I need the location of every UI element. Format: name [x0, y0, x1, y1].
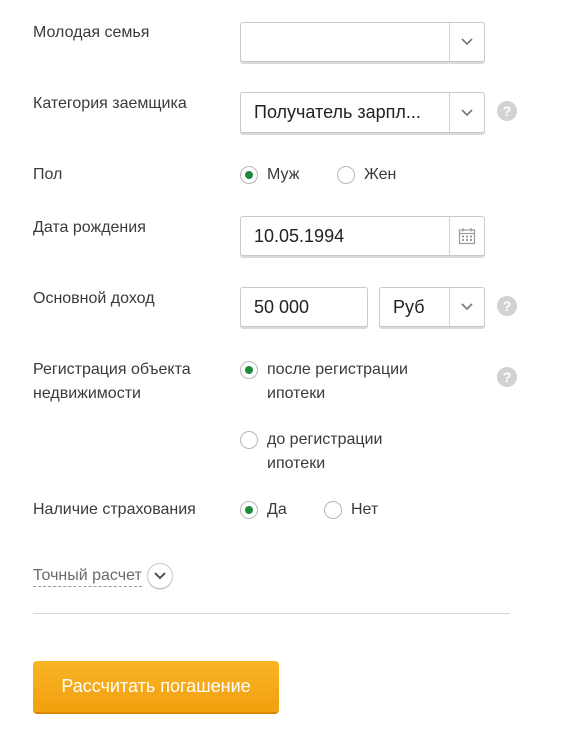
gender-radio-female[interactable]: Жен [337, 163, 396, 187]
income-label: Основной доход [33, 290, 155, 307]
registration-radio-before[interactable]: до регистрации ипотеки [240, 428, 382, 476]
chevron-down-icon [154, 572, 166, 580]
young-family-dropdown-button[interactable] [449, 23, 484, 61]
borrower-category-dropdown-button[interactable] [449, 93, 484, 132]
gender-male-label: Муж [267, 166, 300, 183]
chevron-down-icon [461, 38, 473, 46]
registration-after-label: после регистрации ипотеки [267, 358, 408, 406]
gender-radio-male[interactable]: Муж [240, 163, 299, 187]
registration-after-line2: ипотеки [267, 385, 326, 402]
registration-before-line2: ипотеки [267, 455, 326, 472]
young-family-label: Молодая семья [33, 24, 150, 41]
insurance-no-label: Нет [351, 501, 379, 518]
borrower-category-label: Категория заемщика [33, 95, 187, 112]
currency-select[interactable]: Руб [379, 287, 485, 327]
calendar-icon [458, 228, 476, 245]
gender-female-label: Жен [364, 166, 397, 183]
insurance-label: Наличие страхования [33, 501, 196, 518]
registration-help-icon[interactable]: ? [497, 367, 517, 387]
calendar-button[interactable] [449, 217, 484, 255]
radio-unchecked-icon [324, 501, 342, 519]
registration-before-line1: до регистрации [267, 431, 383, 448]
registration-radio-after[interactable]: после регистрации ипотеки [240, 358, 408, 406]
income-help-icon[interactable]: ? [497, 296, 517, 316]
insurance-radio-no[interactable]: Нет [324, 498, 378, 522]
birth-date-label: Дата рождения [33, 219, 146, 236]
currency-dropdown-button[interactable] [449, 288, 484, 326]
birth-date-input[interactable]: 10.05.1994 [240, 216, 485, 256]
registration-after-line1: после регистрации [267, 361, 408, 378]
gender-label: Пол [33, 166, 63, 183]
borrower-category-select[interactable]: Получатель зарпл... [240, 92, 485, 133]
calculator-form: Молодая семья Категория заемщика Получат… [0, 0, 566, 741]
property-registration-label-line1: Регистрация объекта [33, 361, 191, 378]
calculate-repayment-button[interactable]: Рассчитать погашение [33, 661, 279, 712]
radio-checked-icon [240, 361, 258, 379]
income-input[interactable]: 50 000 [240, 287, 368, 327]
borrower-category-value: Получатель зарпл... [254, 102, 421, 122]
radio-checked-icon [240, 501, 258, 519]
chevron-down-icon [461, 303, 473, 311]
radio-unchecked-icon [240, 431, 258, 449]
income-value: 50 000 [254, 296, 310, 317]
expand-button[interactable] [146, 563, 173, 589]
insurance-radio-yes[interactable]: Да [240, 498, 287, 522]
chevron-down-icon [461, 108, 473, 116]
divider [33, 613, 510, 614]
insurance-yes-label: Да [267, 501, 287, 518]
currency-value: Руб [393, 296, 425, 317]
borrower-category-help-icon[interactable]: ? [497, 101, 517, 121]
registration-before-label: до регистрации ипотеки [267, 428, 382, 476]
exact-calculation-toggle[interactable]: Точный расчет [33, 563, 173, 589]
radio-checked-icon [240, 166, 258, 184]
property-registration-label: Регистрация объекта недвижимости [33, 358, 191, 406]
radio-unchecked-icon [337, 166, 355, 184]
birth-date-value: 10.05.1994 [254, 225, 345, 246]
property-registration-label-line2: недвижимости [33, 385, 141, 402]
young-family-select[interactable] [240, 22, 485, 62]
exact-calculation-link[interactable]: Точный расчет [33, 566, 142, 587]
